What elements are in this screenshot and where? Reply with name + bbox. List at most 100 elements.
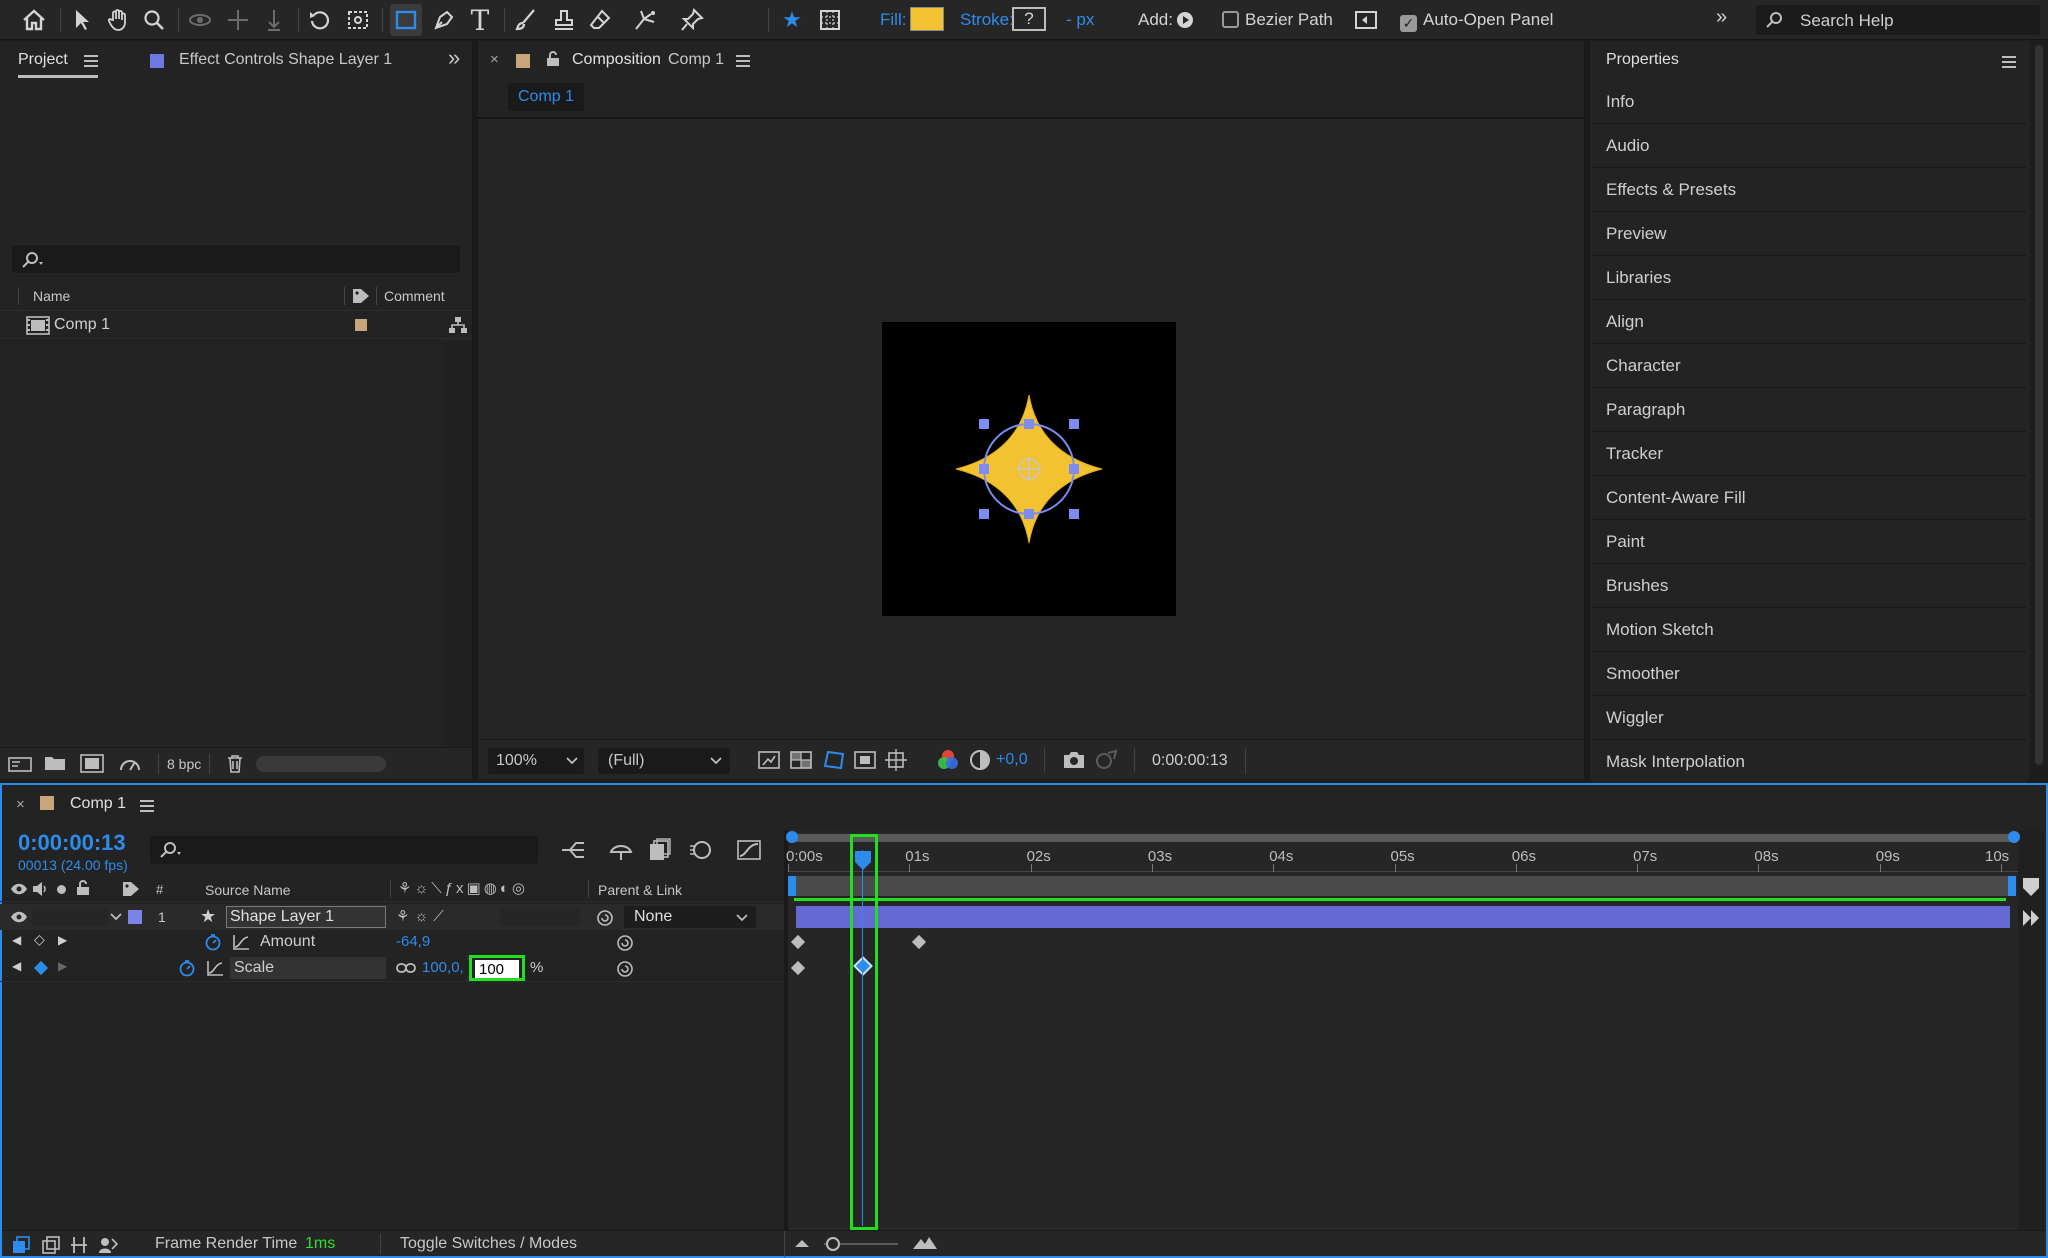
video-visibility-icon[interactable] xyxy=(10,882,28,896)
composition-panel-menu-icon[interactable] xyxy=(736,55,750,67)
properties-item[interactable]: Content-Aware Fill xyxy=(1592,477,2026,520)
project-item-row[interactable]: Comp 1 xyxy=(0,311,472,339)
composition-viewer[interactable] xyxy=(478,119,1584,739)
column-parent-link[interactable]: Parent & Link xyxy=(598,882,682,898)
property-row-scale[interactable]: ◀ ▶ Scale 100,0, 100 % xyxy=(0,955,784,981)
scale-y-input[interactable]: 100 xyxy=(475,960,519,978)
shy-layers-icon[interactable] xyxy=(608,838,634,862)
fill-color-swatch[interactable] xyxy=(910,7,944,31)
layer-switch-toggles[interactable]: ⚘☼⟋ xyxy=(396,907,449,925)
flowchart-icon[interactable] xyxy=(448,316,468,334)
properties-item[interactable]: Effects & Presets xyxy=(1592,169,2026,212)
search-help-placeholder[interactable]: Search Help xyxy=(1800,11,1894,31)
resolution-dropdown[interactable]: (Full) xyxy=(598,748,730,774)
properties-item[interactable]: Smoother xyxy=(1592,653,2026,696)
column-number[interactable]: # xyxy=(156,882,163,897)
properties-item[interactable]: Paragraph xyxy=(1592,389,2026,432)
graph-icon[interactable] xyxy=(232,934,250,950)
interpret-footage-icon[interactable] xyxy=(8,755,32,773)
timeline-search-input[interactable] xyxy=(150,836,538,864)
navigator-end-handle[interactable] xyxy=(2008,831,2020,843)
next-keyframe-icon[interactable]: ▶ xyxy=(58,959,67,973)
properties-item[interactable]: Audio xyxy=(1592,125,2026,168)
timeline-menu-icon[interactable] xyxy=(140,800,154,812)
next-keyframe-icon[interactable]: ▶ xyxy=(58,933,67,947)
pen-tool-icon[interactable] xyxy=(428,4,460,36)
zoom-in-time-icon[interactable] xyxy=(912,1235,938,1251)
checkbox-icon[interactable] xyxy=(1222,11,1239,28)
anchor-point-tool-icon[interactable] xyxy=(342,4,374,36)
star-shape-layer[interactable] xyxy=(882,322,1176,616)
properties-item[interactable]: Mask Interpolation xyxy=(1592,741,2026,784)
tab-project[interactable]: Project xyxy=(18,51,68,69)
navigator-start-handle[interactable] xyxy=(786,831,798,843)
layer-label-color[interactable] xyxy=(128,910,142,924)
align-panel-icon[interactable] xyxy=(1350,4,1382,36)
composition-tab-name[interactable]: Comp 1 xyxy=(668,51,724,69)
tab-effect-controls[interactable]: Effect Controls Shape Layer 1 xyxy=(179,51,392,69)
star-tool-icon[interactable]: ★ xyxy=(776,4,808,36)
trash-icon[interactable] xyxy=(226,754,244,774)
lock-icon[interactable] xyxy=(76,880,90,896)
new-composition-icon[interactable] xyxy=(80,754,104,773)
properties-item[interactable]: Wiggler xyxy=(1592,697,2026,740)
eraser-tool-icon[interactable] xyxy=(584,4,616,36)
properties-item[interactable]: Motion Sketch xyxy=(1592,609,2026,652)
show-snapshot-icon[interactable] xyxy=(1094,749,1118,771)
scale-x-value[interactable]: 100,0, xyxy=(422,959,464,976)
exposure-value[interactable]: +0,0 xyxy=(996,751,1028,769)
close-timeline-icon[interactable]: × xyxy=(16,796,25,813)
layer-switches-icons[interactable]: ⚘☼⟍ƒx▣◍◐◎ xyxy=(398,879,528,897)
add-keyframe-icon[interactable]: ◇ xyxy=(34,931,45,948)
toggle-switches-modes-button[interactable]: Toggle Switches / Modes xyxy=(400,1235,577,1253)
layer-row[interactable]: 1 ★ Shape Layer 1 ⚘☼⟋ None xyxy=(0,904,784,930)
pan-tool-icon[interactable] xyxy=(222,4,254,36)
audio-icon[interactable] xyxy=(32,881,48,897)
stopwatch-icon[interactable] xyxy=(178,959,196,977)
checkmark-icon[interactable]: ✓ xyxy=(1400,15,1417,32)
properties-item[interactable]: Libraries xyxy=(1592,257,2026,300)
layer-visibility-icon[interactable] xyxy=(10,910,28,924)
viewer-timecode[interactable]: 0:00:00:13 xyxy=(1142,748,1246,774)
hand-tool-icon[interactable] xyxy=(102,4,134,36)
constrain-proportions-link-icon[interactable] xyxy=(396,961,416,975)
project-panel-menu-icon[interactable] xyxy=(84,55,98,67)
brush-tool-icon[interactable] xyxy=(510,4,542,36)
grid-guides-icon[interactable] xyxy=(884,748,908,772)
layer-switch-cells[interactable] xyxy=(500,908,580,926)
label-tag-icon[interactable] xyxy=(352,288,370,304)
region-of-interest-icon[interactable] xyxy=(854,750,876,770)
solo-icon[interactable] xyxy=(57,885,66,894)
layer-end-icon[interactable] xyxy=(2020,906,2042,928)
snapshot-camera-icon[interactable] xyxy=(1062,749,1086,771)
orbit-tool-icon[interactable] xyxy=(184,4,216,36)
rotate-tool-icon[interactable] xyxy=(304,4,336,36)
layer-duration-bar[interactable] xyxy=(796,906,2010,928)
properties-menu-icon[interactable] xyxy=(2002,56,2016,68)
parent-dropdown[interactable]: None xyxy=(624,906,756,928)
expression-pick-whip-icon[interactable] xyxy=(616,934,634,952)
motion-blur-icon[interactable] xyxy=(688,838,712,862)
layer-switches-pane-icon[interactable] xyxy=(12,1236,30,1254)
lock-icon[interactable] xyxy=(546,51,560,67)
project-item-name[interactable]: Comp 1 xyxy=(54,316,110,334)
frame-blending-icon[interactable] xyxy=(648,838,672,862)
properties-scrollbar[interactable] xyxy=(2030,41,2048,779)
zoom-tool-icon[interactable] xyxy=(138,4,170,36)
work-area-start-handle[interactable] xyxy=(788,876,796,896)
new-folder-icon[interactable] xyxy=(44,754,66,772)
stroke-width-value[interactable]: - px xyxy=(1066,10,1094,30)
roto-brush-tool-icon[interactable] xyxy=(630,4,662,36)
layer-name-field[interactable]: Shape Layer 1 xyxy=(226,906,386,928)
render-time-pane-icon[interactable] xyxy=(98,1236,118,1254)
auto-open-panel-checkbox[interactable]: ✓ Auto-Open Panel xyxy=(1400,10,1553,32)
comp-subtab-label[interactable]: Comp 1 xyxy=(518,88,574,106)
channels-icon[interactable] xyxy=(936,748,960,772)
dolly-tool-icon[interactable] xyxy=(258,4,290,36)
type-tool-icon[interactable]: T xyxy=(464,4,496,37)
properties-item[interactable]: Preview xyxy=(1592,213,2026,256)
project-item-label-color[interactable] xyxy=(355,319,367,331)
stroke-color-swatch[interactable]: ? xyxy=(1012,7,1046,31)
stopwatch-icon[interactable] xyxy=(204,933,222,951)
properties-item[interactable]: Brushes xyxy=(1592,565,2026,608)
